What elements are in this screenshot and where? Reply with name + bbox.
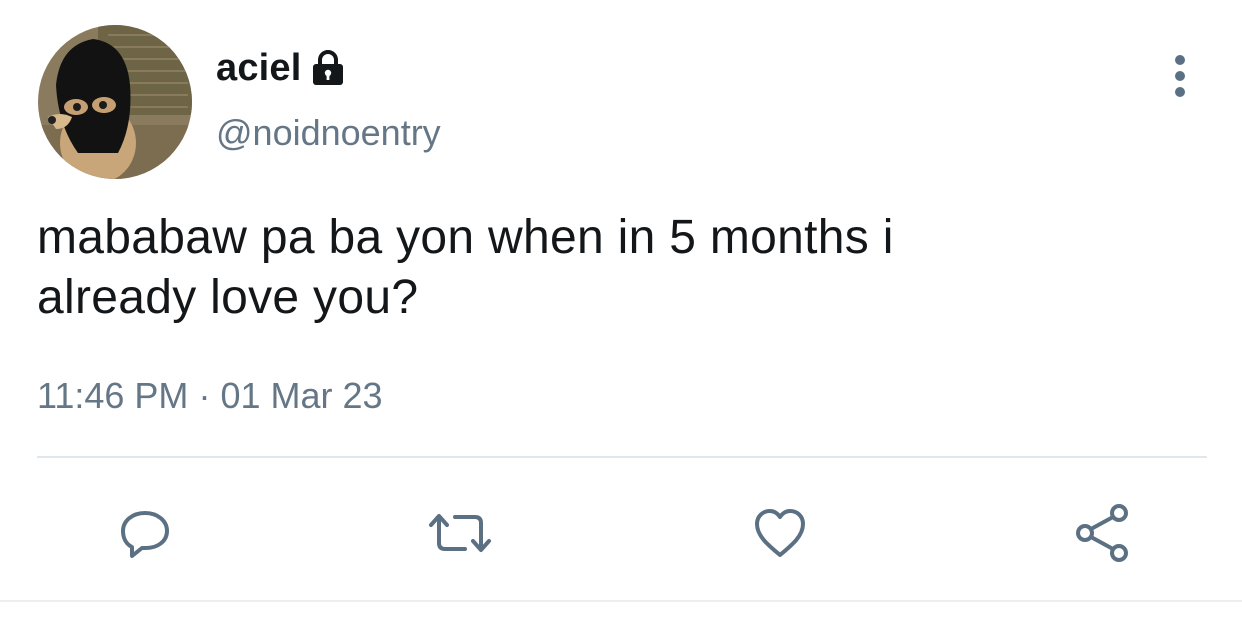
share-button[interactable]	[1068, 498, 1138, 568]
heart-icon	[755, 509, 805, 557]
reply-icon	[121, 511, 169, 558]
bottom-divider	[0, 600, 1242, 602]
username-handle[interactable]: @noidnoentry	[216, 108, 441, 158]
avatar[interactable]	[38, 25, 192, 179]
more-vertical-icon[interactable]	[1160, 50, 1200, 102]
display-name[interactable]: aciel	[216, 42, 302, 94]
retweet-icon	[429, 514, 491, 552]
action-bar	[0, 498, 1242, 568]
divider	[37, 456, 1207, 458]
reply-button[interactable]	[110, 498, 180, 568]
like-button[interactable]	[745, 498, 815, 568]
lock-icon	[310, 49, 346, 87]
tweet-text-line: already love you?	[37, 271, 419, 324]
tweet-text: mababaw pa ba yon when in 5 months i alr…	[37, 208, 1197, 328]
retweet-button[interactable]	[425, 498, 495, 568]
tweet-time: 11:46 PM	[37, 375, 189, 416]
avatar-image	[38, 25, 192, 179]
share-icon	[1076, 504, 1128, 562]
author-name-row: aciel	[216, 42, 346, 94]
tweet-text-line: mababaw pa ba yon when in 5 months i	[37, 211, 894, 264]
tweet-date: 01 Mar 23	[220, 375, 383, 416]
timestamp-separator: ·	[198, 375, 211, 416]
tweet-timestamp[interactable]: 11:46 PM · 01 Mar 23	[37, 372, 383, 420]
